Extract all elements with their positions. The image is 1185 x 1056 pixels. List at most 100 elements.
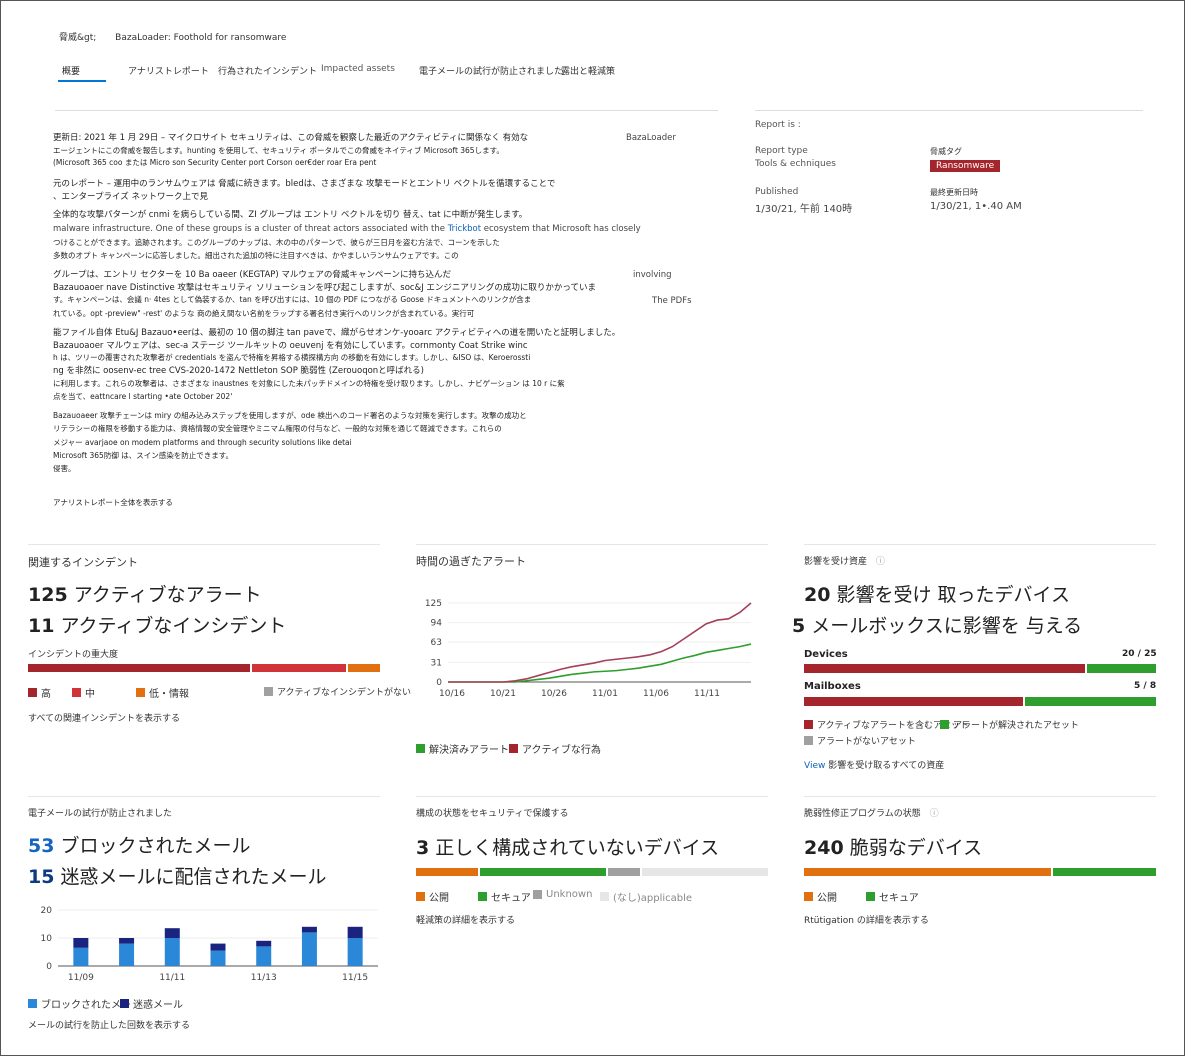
tab-related-incidents[interactable]: 行為されたインシデント [218,64,317,77]
view-incidents-link[interactable]: すべての関連インシデントを表示する [28,711,180,724]
swatch [416,892,425,901]
config-bar-na [642,868,768,876]
swatch [478,892,487,901]
breadcrumb-parent[interactable]: 脅威&gt; [59,33,96,43]
link-prefix[interactable]: View [804,761,825,771]
tab-impacted-assets[interactable]: Impacted assets [321,64,395,74]
info-icon[interactable]: ⓘ [930,809,939,819]
report-line: 多数のオプト キャンペーンに応答しました。細出された追加の特に注目すべきは、かや… [53,251,459,260]
tab-analyst-report[interactable]: アナリストレポート [128,64,209,77]
bar-segment [119,938,135,944]
y-tick-label: 0 [436,678,442,688]
tab-exposure-mitigation[interactable]: 露出と軽減策 [561,64,615,77]
mailboxes-label: Mailboxes [804,681,861,692]
swatch [940,720,949,729]
swatch [804,720,813,729]
devices-bar-resolved [1087,664,1156,673]
swatch [600,892,609,901]
active-tab-indicator [58,80,106,82]
incidents-number: 11 [28,615,55,637]
mailboxes-bar-active [804,697,1023,706]
blocked-email-count: 53 ブロックされたメール [28,831,251,858]
legend-label: 中 [85,689,95,700]
link-text[interactable]: 影響を受け取るすべての資産 [825,761,944,771]
card-title: 影響を受け資産 ⓘ [804,554,885,567]
legend-label: 公開 [429,893,449,904]
breadcrumb: 脅威&gt; BazaLoader: Foothold for ransomwa… [59,30,286,43]
y-tick-label: 125 [425,599,442,609]
report-line: ng を非然に oosenv-ec tree CVS-2020-1472 Net… [53,366,425,376]
blocked-text: ブロックされたメール [54,835,251,857]
legend-label: アクティブなインシデントがない [277,688,412,698]
report-text: malware infrastructure. One of these gro… [53,224,448,234]
report-is-label: Report is : [755,120,801,130]
bar-segment [256,940,272,947]
divider [804,544,1156,545]
legend-label: 低・情報 [149,689,189,700]
view-mitigation-link[interactable]: 軽減策の詳細を表示する [416,913,515,926]
report-line: Microsoft 365防御 は、スイン感染を防止できます。 [53,451,233,460]
severity-label: インシデントの重大度 [28,650,119,660]
legend-label: 解決済みアラート [429,745,509,756]
vulnerable-text: 脆弱なデバイス [843,837,983,859]
alerts-number: 125 [28,584,68,606]
swatch [533,890,542,899]
legend-label: セキュア [491,893,531,904]
report-type-value: Tools & echniques [755,159,836,169]
active-incidents-count: 11 アクティブなインシデント [28,611,286,638]
report-line: リテラシーの権限を移動する能力は、資格情報の安全管理やミニマム権限の付与など、一… [53,424,502,433]
series-line [448,643,752,683]
blocked-number: 53 [28,835,55,857]
threat-tag-label: 脅威タグ [930,147,962,156]
swatch [416,744,425,753]
legend-label: 公開 [817,893,837,904]
last-updated-label: 最終更新日時 [930,188,978,197]
legend-resolved-assets: アラートが解決されたアセット [940,718,1079,731]
email-bar-chart: 0 10 20 11/09 11/11 11/13 11/15 [41,906,378,983]
mailboxes-count: 5 / 8 [1134,681,1157,691]
x-tick-label: 11/11 [159,973,185,983]
bar-segment [73,938,89,948]
report-line: 点を当て、eattncare l starting •ate October 2… [53,392,233,401]
divider [755,110,1143,111]
view-impacted-assets-link[interactable]: View 影響を受け取るすべての資産 [804,758,944,771]
legend-none: アクティブなインシデントがない [264,685,411,698]
bar-segment [301,926,317,933]
swatch [509,744,518,753]
report-type-label: Report type [755,146,808,156]
swatch [264,687,273,696]
info-icon[interactable]: ⓘ [876,557,885,567]
swatch [136,688,145,697]
divider [28,544,380,545]
view-remediation-link[interactable]: Rtütigation の詳細を表示する [804,913,929,926]
swatch [72,688,81,697]
report-line: す。キャンペーンは、会議 n· 4tes として偽装するか、tan を呼び出すに… [53,295,532,304]
read-full-report-link[interactable]: アナリストレポート全体を表示する [53,496,173,510]
swatch [28,999,37,1008]
title-text: 脆弱性修正プログラムの状態 [804,809,921,819]
y-tick-label: 94 [431,619,443,629]
title-text: 影響を受け資産 [804,557,868,567]
x-tick-label: 11/13 [251,973,277,983]
x-tick-label: 11/11 [694,689,720,699]
vulnerable-devices-count: 240 脆弱なデバイス [804,833,982,860]
junk-email-count: 15 迷惑メールに配信されたメール [28,862,327,889]
tab-email-prevented[interactable]: 電子メールの試行が防止されました [419,64,563,77]
legend-junk: 迷惑メール [120,996,183,1011]
legend-not-applicable: (なし)applicable [600,889,692,904]
severity-bar-low [348,664,380,672]
x-tick-label: 10/16 [439,689,465,699]
trickbot-link[interactable]: Trickbot [448,224,481,234]
report-line: 侵害。 [53,464,76,473]
divider [416,796,768,797]
view-email-attempts-link[interactable]: メールの試行を防止した回数を表示する [28,1018,190,1031]
report-line: 能ファイル自体 Etu&J Bazauo•eerは、最初の 10 個の脚注 ta… [53,328,621,338]
report-line: つけることができます。追跡されます。このグループのナップは、木の中のパターンで、… [53,238,500,247]
y-tick-label: 20 [41,906,53,916]
misconfigured-number: 3 [416,837,430,859]
bar-segment [256,946,272,966]
legend-label: 迷惑メール [133,1000,183,1011]
vulnerable-number: 240 [804,837,844,859]
bar-segment [210,950,226,966]
tab-overview[interactable]: 概要 [62,64,80,77]
